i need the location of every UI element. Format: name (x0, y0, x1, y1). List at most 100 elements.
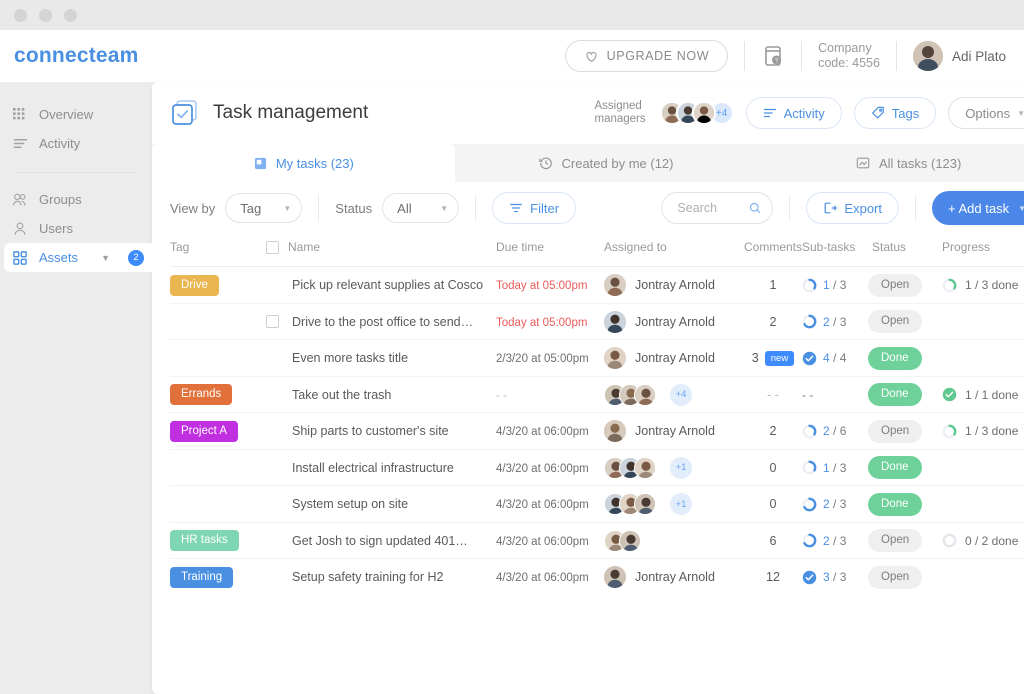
task-name[interactable]: Take out the trash (292, 388, 391, 402)
assignee-group[interactable]: Jontray Arnold (604, 274, 744, 296)
table-row[interactable]: DrivePick up relevant supplies at CoscoT… (170, 267, 1024, 304)
table-row[interactable]: ErrandsTake out the trash- -+4- -- -Done… (170, 376, 1024, 413)
task-name[interactable]: Get Josh to sign updated 401… (292, 534, 468, 548)
cell-status: Open (868, 303, 942, 340)
activity-button[interactable]: Activity (746, 97, 842, 129)
filter-button[interactable]: Filter (492, 192, 576, 224)
sidebar-item-overview[interactable]: Overview (0, 100, 152, 129)
assignee-group[interactable]: Jontray Arnold (604, 311, 744, 333)
comment-count: 3 (752, 351, 759, 365)
sub-tasks-value: 4 / 4 (823, 351, 846, 365)
sidebar-item-activity[interactable]: Activity (0, 129, 152, 158)
window-maximize-dot[interactable] (64, 9, 77, 22)
assignee-group[interactable]: +1 (604, 457, 744, 479)
table-row[interactable]: System setup on site4/3/20 at 06:00pm+10… (170, 486, 1024, 523)
assignee-overflow-count[interactable]: +4 (670, 384, 692, 406)
tag-badge[interactable]: Training (170, 567, 233, 588)
task-name[interactable]: Even more tasks title (292, 351, 408, 365)
table-row[interactable]: Even more tasks title2/3/20 at 05:00pmJo… (170, 340, 1024, 377)
avatar (604, 420, 626, 442)
column-header-sub-tasks[interactable]: Sub-tasks (802, 234, 868, 267)
table-row[interactable]: Project A Ship parts to customer's site 4/… (170, 413, 1024, 450)
sidebar-item-assets[interactable]: Assets ▼ 2 (4, 243, 152, 272)
sidebar-item-label: Activity (39, 136, 80, 151)
status-badge[interactable]: Done (868, 456, 922, 479)
cell-tag (170, 486, 266, 523)
view-by-select[interactable]: Tag ▼ (225, 193, 302, 223)
search-icon[interactable] (749, 201, 761, 215)
assignee-group[interactable]: +1 (604, 493, 744, 515)
help-icon[interactable]: ? (761, 44, 785, 68)
sidebar-item-users[interactable]: Users (0, 214, 152, 243)
tags-button[interactable]: Tags (854, 97, 936, 129)
cell-progress (942, 449, 1024, 486)
options-button[interactable]: Options ▼ (948, 97, 1024, 129)
tab-created-by-me[interactable]: Created by me (12) (455, 144, 758, 182)
chevron-down-icon[interactable]: ▼ (101, 253, 110, 263)
export-button-label: Export (844, 201, 882, 216)
status-badge[interactable]: Open (868, 566, 922, 589)
task-name[interactable]: Drive to the post office to send… (292, 315, 473, 329)
status-badge[interactable]: Open (868, 310, 922, 333)
status-badge[interactable]: Done (868, 347, 922, 370)
table-row[interactable]: Drive to the post office to send…Today a… (170, 303, 1024, 340)
connecteam-logo[interactable]: connecteam (14, 44, 139, 68)
assignee-group[interactable]: +4 (604, 384, 744, 406)
task-name[interactable]: Install electrical infrastructure (292, 461, 454, 475)
window-close-dot[interactable] (14, 9, 27, 22)
user-name: Adi Plato (952, 49, 1006, 64)
search-input[interactable] (677, 201, 749, 215)
assignee-group[interactable]: Jontray Arnold (604, 347, 744, 369)
sidebar-item-groups[interactable]: Groups (0, 185, 152, 214)
cell-due-time: 4/3/20 at 06:00pm (496, 413, 604, 450)
tag-badge[interactable]: Project A (170, 421, 238, 442)
task-name[interactable]: Setup safety training for H2 (292, 570, 443, 584)
status-badge[interactable]: Done (868, 383, 922, 406)
tag-badge[interactable]: Drive (170, 275, 219, 296)
status-select[interactable]: All ▼ (382, 193, 459, 223)
user-menu[interactable]: Adi Plato (913, 41, 1006, 71)
upgrade-now-button[interactable]: UPGRADE NOW (565, 40, 728, 72)
assigned-managers-avatars[interactable]: +4 (660, 101, 734, 125)
chevron-down-icon[interactable]: ▼ (1018, 204, 1024, 213)
task-name[interactable]: System setup on site (292, 497, 408, 511)
column-header-due-time[interactable]: Due time (496, 234, 604, 267)
tab-my-tasks[interactable]: My tasks (23) (152, 144, 455, 182)
column-header-progress[interactable]: Progress (942, 234, 1024, 267)
status-badge[interactable]: Open (868, 274, 922, 297)
row-checkbox[interactable] (266, 315, 279, 328)
assignee-group[interactable]: Jontray Arnold (604, 420, 744, 442)
column-header-comments[interactable]: Comments (744, 234, 802, 267)
table-row[interactable]: HR tasksGet Josh to sign updated 401…4/3… (170, 522, 1024, 559)
tab-all-tasks[interactable]: All tasks (123) (757, 144, 1024, 182)
column-header-name[interactable]: Name (266, 234, 496, 267)
status-badge[interactable]: Open (868, 420, 922, 443)
options-button-label: Options (965, 106, 1010, 121)
window-minimize-dot[interactable] (39, 9, 52, 22)
assignee-overflow-count[interactable]: +1 (670, 457, 692, 479)
column-header-assigned-to[interactable]: Assigned to (604, 234, 744, 267)
task-name[interactable]: Ship parts to customer's site (292, 424, 449, 438)
assignee-avatars (604, 530, 641, 552)
status-badge[interactable]: Open (868, 529, 922, 552)
row-checkbox-slot[interactable] (266, 315, 292, 328)
search-box[interactable] (661, 192, 773, 224)
select-all-checkbox[interactable] (266, 241, 279, 254)
assignee-group[interactable] (604, 530, 744, 552)
add-task-button[interactable]: + Add task ▼ (932, 191, 1024, 225)
assignee-overflow-count[interactable]: +1 (670, 493, 692, 515)
avatar-photo (620, 531, 641, 552)
tag-badge[interactable]: Errands (170, 384, 232, 405)
table-row[interactable]: TrainingSetup safety training for H24/3/… (170, 559, 1024, 596)
table-row[interactable]: Install electrical infrastructure4/3/20 … (170, 449, 1024, 486)
export-button[interactable]: Export (806, 192, 899, 224)
tag-badge[interactable]: HR tasks (170, 530, 239, 551)
assignee-name: Jontray Arnold (635, 278, 715, 292)
task-name[interactable]: Pick up relevant supplies at Cosco (292, 278, 483, 292)
column-header-tag[interactable]: Tag (170, 234, 266, 267)
status-badge[interactable]: Done (868, 493, 922, 516)
cell-assigned-to: +4 (604, 376, 744, 413)
assignee-group[interactable]: Jontray Arnold (604, 566, 744, 588)
column-header-status[interactable]: Status (868, 234, 942, 267)
progress-value: 1 / 3 done (965, 278, 1018, 292)
